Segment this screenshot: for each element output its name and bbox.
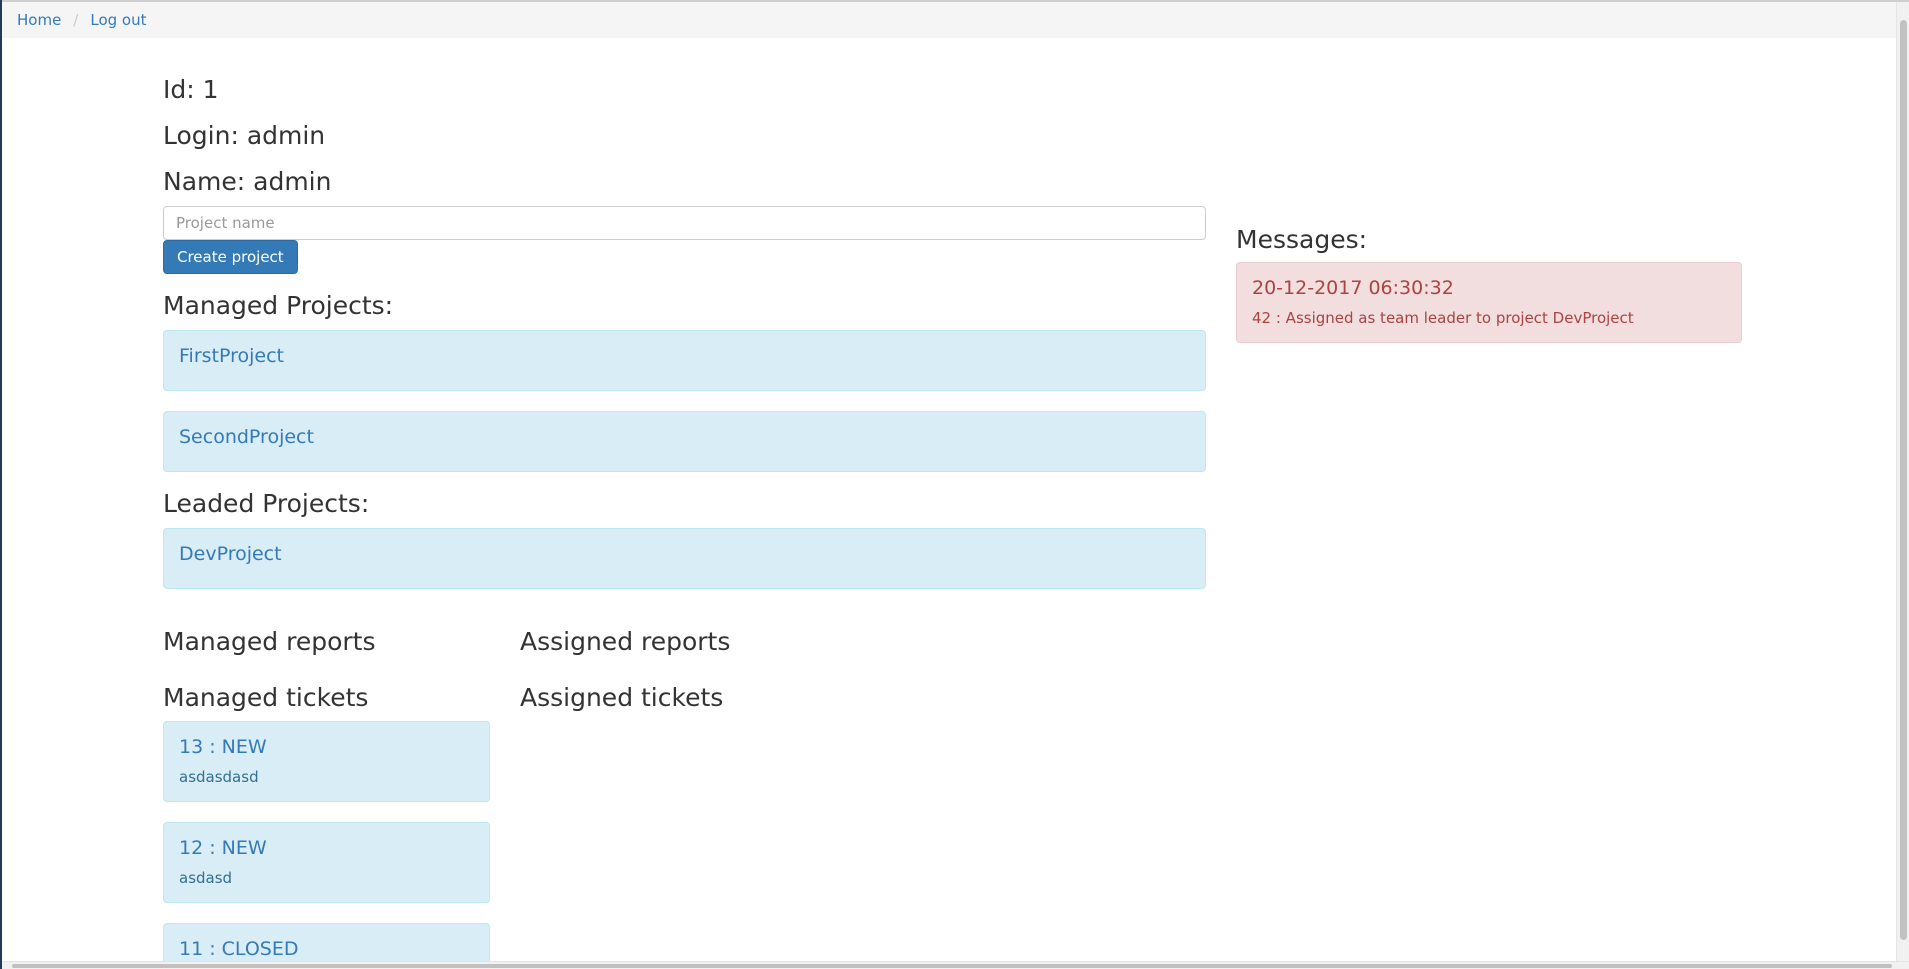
message-timestamp: 20-12-2017 06:30:32 [1252,277,1454,299]
ticket-card[interactable]: 13 : NEW asdasdasd [163,721,490,802]
user-name: Name: admin [163,167,332,196]
managed-reports-title: Managed reports [163,627,376,656]
managed-tickets-title: Managed tickets [163,683,369,712]
ticket-card[interactable]: 11 : CLOSED [163,923,490,963]
project-link[interactable]: FirstProject [179,345,284,367]
ticket-link[interactable]: 12 : NEW [179,837,267,859]
ticket-description: asdasdasd [179,768,259,786]
messages-title: Messages: [1236,225,1368,254]
logout-link[interactable]: Log out [90,11,146,29]
ticket-description: asdasd [179,869,233,887]
managed-project-card[interactable]: SecondProject [163,411,1206,472]
leaded-projects-title: Leaded Projects: [163,489,370,518]
breadcrumb: Home / Log out [2,2,1905,38]
leaded-project-card[interactable]: DevProject [163,528,1206,589]
ticket-card[interactable]: 12 : NEW asdasd [163,822,490,903]
message-text: 42 : Assigned as team leader to project … [1252,309,1634,327]
scroll-thumb[interactable] [1900,20,1907,940]
vertical-scrollbar[interactable] [1896,2,1909,961]
horizontal-scrollbar[interactable] [2,961,1909,969]
project-link[interactable]: DevProject [179,543,282,565]
assigned-reports-title: Assigned reports [520,627,731,656]
user-id: Id: 1 [163,75,219,104]
breadcrumb-separator: / [73,11,79,29]
message-card: 20-12-2017 06:30:32 42 : Assigned as tea… [1236,262,1742,343]
user-login: Login: admin [163,121,326,150]
managed-project-card[interactable]: FirstProject [163,330,1206,391]
managed-projects-title: Managed Projects: [163,291,394,320]
create-project-button[interactable]: Create project [163,240,298,274]
project-link[interactable]: SecondProject [179,426,314,448]
ticket-link[interactable]: 13 : NEW [179,736,267,758]
home-link[interactable]: Home [17,11,61,29]
scroll-thumb[interactable] [12,964,1892,968]
window-left-edge [0,0,2,969]
ticket-link[interactable]: 11 : CLOSED [179,938,298,960]
project-name-input[interactable] [163,206,1206,240]
assigned-tickets-title: Assigned tickets [520,683,724,712]
